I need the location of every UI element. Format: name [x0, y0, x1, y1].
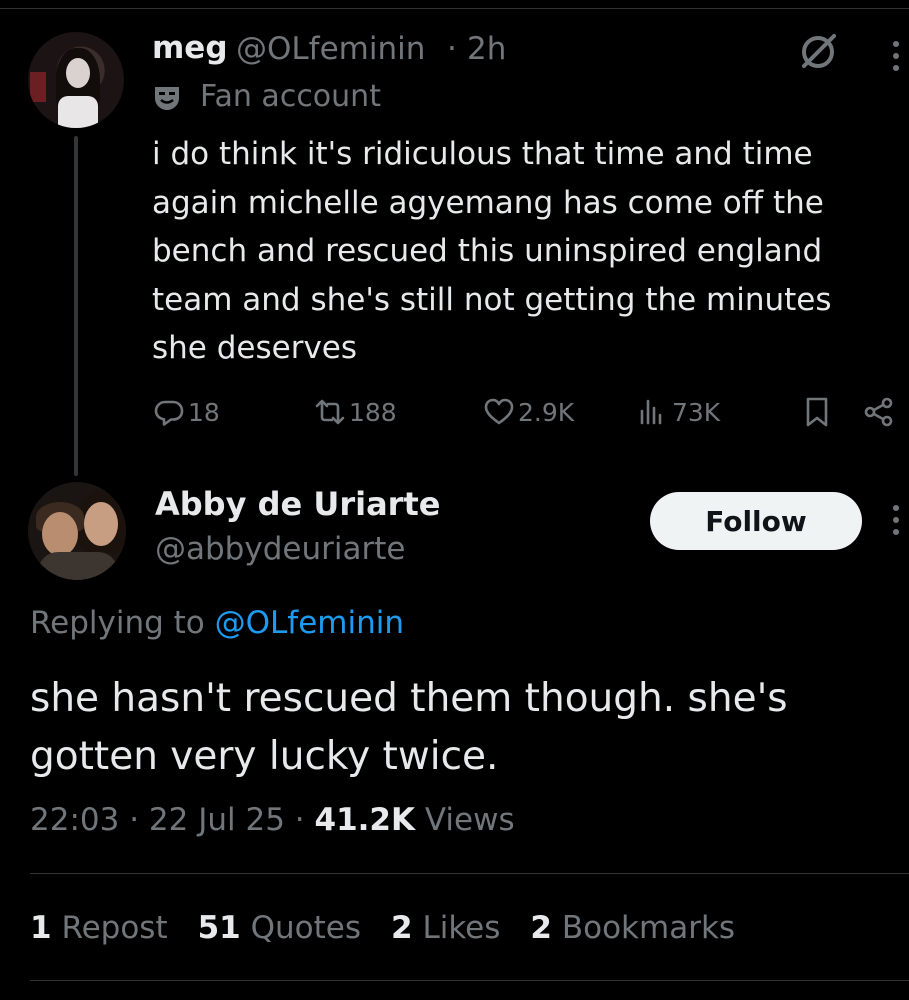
author-name[interactable]: Abby de Uriarte [155, 485, 440, 523]
views-button[interactable]: 73K [636, 392, 720, 432]
repost-count: 188 [349, 397, 397, 427]
engagement-stats: 1 Repost 51 Quotes 2 Likes 2 Bookmarks [30, 910, 765, 946]
like-count: 2.9K [518, 397, 575, 427]
fan-account-label: Fan account [200, 79, 381, 114]
reposts-stat[interactable]: 1 Repost [30, 910, 168, 946]
quotes-stat[interactable]: 51 Quotes [198, 910, 361, 946]
replying-to-handle-link[interactable]: @OLfeminin [215, 605, 404, 641]
views-count: 41.2K [314, 802, 416, 838]
more-icon[interactable] [886, 36, 906, 76]
repost-icon [315, 399, 345, 425]
like-icon [484, 398, 514, 425]
bookmarks-label: Bookmarks [561, 910, 736, 946]
follow-button[interactable]: Follow [650, 492, 862, 550]
quotes-label: Quotes [250, 910, 362, 946]
separator-dot: · [447, 31, 457, 67]
tweet-meta: 22:03 · 22 Jul 25 · 41.2K Views [30, 802, 515, 838]
replying-to-prefix: Replying to [30, 605, 215, 641]
tweet-text: she hasn't rescued them though. she's go… [30, 676, 788, 779]
more-icon[interactable] [886, 500, 906, 540]
share-icon [864, 397, 893, 427]
divider [30, 873, 909, 874]
reply-icon [154, 400, 184, 426]
fan-account-mask-icon [152, 84, 182, 112]
reply-button[interactable]: 18 [152, 392, 220, 432]
author-handle[interactable]: @abbydeuriarte [155, 531, 405, 567]
thread-connector-line [74, 136, 78, 476]
separator-dot: · [129, 802, 140, 838]
grok-icon[interactable] [798, 32, 838, 72]
views-icon [640, 399, 662, 425]
bookmark-icon [806, 397, 828, 427]
reposts-label: Repost [61, 910, 168, 946]
separator-dot: · [294, 802, 305, 838]
author-name[interactable]: meg [152, 30, 228, 66]
bookmarks-stat[interactable]: 2 Bookmarks [530, 910, 735, 946]
bookmarks-count: 2 [530, 910, 552, 946]
reply-count: 18 [188, 397, 220, 427]
avatar[interactable] [28, 482, 126, 580]
likes-count: 2 [391, 910, 413, 946]
likes-label: Likes [422, 910, 501, 946]
bookmark-button[interactable] [800, 392, 834, 432]
repost-button[interactable]: 188 [313, 392, 397, 432]
tweet-timestamp[interactable]: 2h [467, 31, 506, 67]
tweet-time[interactable]: 22:03 [30, 802, 119, 838]
divider [30, 980, 909, 981]
top-divider [0, 8, 909, 9]
replying-to-line: Replying to @OLfeminin [30, 605, 404, 641]
share-button[interactable] [862, 392, 896, 432]
tweet-date[interactable]: 22 Jul 25 [149, 802, 285, 838]
views-label: Views [424, 802, 515, 838]
quotes-count: 51 [197, 910, 241, 946]
views-count: 73K [672, 397, 721, 427]
tweet-text: i do think it's ridiculous that time and… [152, 136, 832, 366]
author-handle[interactable]: @OLfeminin [236, 31, 425, 67]
reposts-count: 1 [30, 910, 52, 946]
like-button[interactable]: 2.9K [482, 392, 574, 432]
likes-stat[interactable]: 2 Likes [391, 910, 500, 946]
avatar[interactable] [28, 32, 124, 128]
